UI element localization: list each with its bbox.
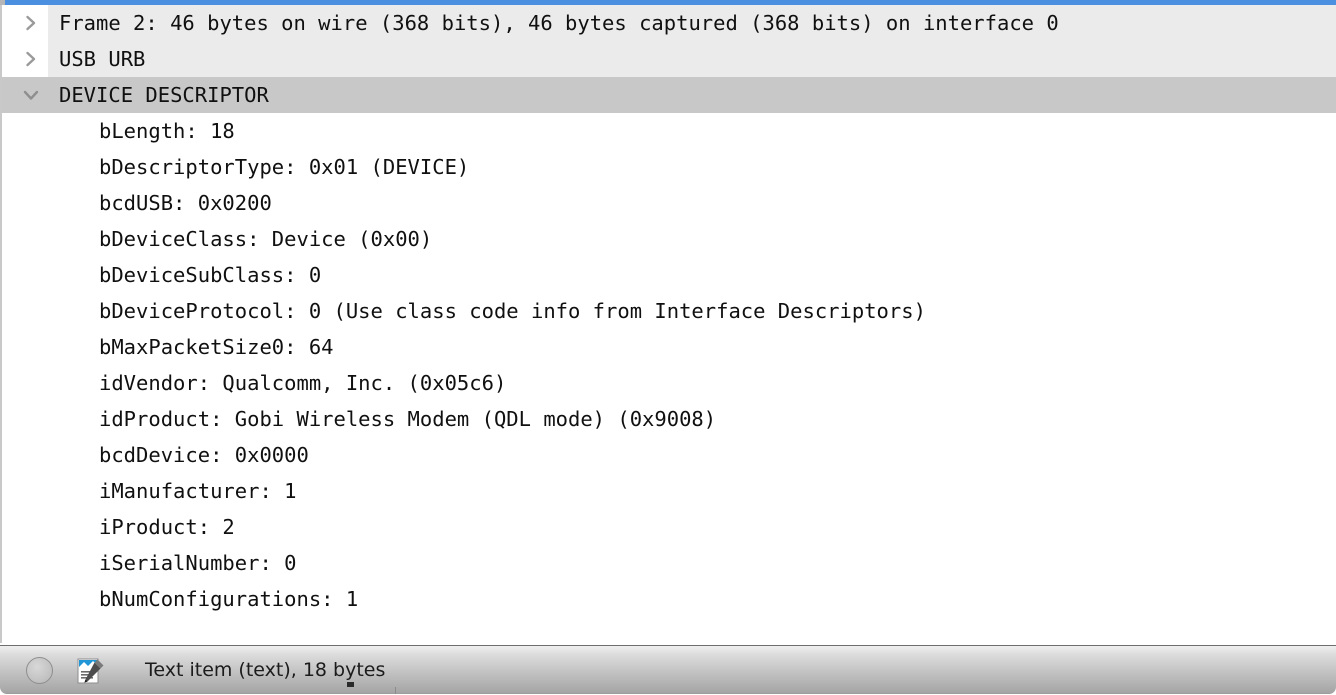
tree-row-imanufacturer[interactable]: iManufacturer: 1 xyxy=(2,473,1336,509)
tree-row-usb-urb[interactable]: USB URB xyxy=(2,41,1336,77)
tree-row-label: bcdDevice: 0x0000 xyxy=(99,443,309,467)
tree-row-label: iProduct: 2 xyxy=(99,515,235,539)
packet-detail-tree[interactable]: Frame 2: 46 bytes on wire (368 bits), 46… xyxy=(0,5,1336,643)
tree-row-blength[interactable]: bLength: 18 xyxy=(2,113,1336,149)
tree-row-bcdusb[interactable]: bcdUSB: 0x0200 xyxy=(2,185,1336,221)
tree-row-iserialnumber[interactable]: iSerialNumber: 0 xyxy=(2,545,1336,581)
tree-row-label: bMaxPacketSize0: 64 xyxy=(99,335,334,359)
tree-row-bdevicesubclass[interactable]: bDeviceSubClass: 0 xyxy=(2,257,1336,293)
chevron-right-icon[interactable] xyxy=(20,41,42,77)
tree-row-label: idVendor: Qualcomm, Inc. (0x05c6) xyxy=(99,371,507,395)
tree-row-label: iManufacturer: 1 xyxy=(99,479,297,503)
status-bar: Text item (text), 18 bytes xyxy=(0,645,1336,694)
tree-row-label: bDeviceProtocol: 0 (Use class code info … xyxy=(99,299,926,323)
status-bar-separator xyxy=(395,687,396,694)
expert-info-circle-icon[interactable] xyxy=(26,657,53,684)
chevron-right-icon[interactable] xyxy=(20,5,42,41)
tree-row-label: bDescriptorType: 0x01 (DEVICE) xyxy=(99,155,470,179)
tree-row-iproduct[interactable]: iProduct: 2 xyxy=(2,509,1336,545)
tree-row-bdescriptortype[interactable]: bDescriptorType: 0x01 (DEVICE) xyxy=(2,149,1336,185)
status-scroll-tick xyxy=(347,682,354,687)
tree-row-label: Frame 2: 46 bytes on wire (368 bits), 46… xyxy=(59,11,1059,35)
tree-row-idvendor[interactable]: idVendor: Qualcomm, Inc. (0x05c6) xyxy=(2,365,1336,401)
tree-row-label: bDeviceSubClass: 0 xyxy=(99,263,322,287)
chevron-down-icon[interactable] xyxy=(20,77,42,113)
tree-row-label: bcdUSB: 0x0200 xyxy=(99,191,272,215)
tree-row-label: iSerialNumber: 0 xyxy=(99,551,297,575)
tree-row-bdeviceclass[interactable]: bDeviceClass: Device (0x00) xyxy=(2,221,1336,257)
tree-row-bnumconfigurations[interactable]: bNumConfigurations: 1 xyxy=(2,581,1336,617)
capture-comment-icon[interactable] xyxy=(74,656,104,686)
tree-row-device-descriptor[interactable]: DEVICE DESCRIPTOR xyxy=(2,77,1336,113)
status-bar-message: Text item (text), 18 bytes xyxy=(145,659,386,681)
packet-details-window: Frame 2: 46 bytes on wire (368 bits), 46… xyxy=(0,0,1336,694)
tree-row-idproduct[interactable]: idProduct: Gobi Wireless Modem (QDL mode… xyxy=(2,401,1336,437)
tree-row-label: USB URB xyxy=(59,47,146,71)
tree-row-frame[interactable]: Frame 2: 46 bytes on wire (368 bits), 46… xyxy=(2,5,1336,41)
tree-row-label: bNumConfigurations: 1 xyxy=(99,587,359,611)
tree-row-label: idProduct: Gobi Wireless Modem (QDL mode… xyxy=(99,407,717,431)
tree-row-label: DEVICE DESCRIPTOR xyxy=(59,83,269,107)
tree-row-label: bLength: 18 xyxy=(99,119,235,143)
tree-row-bdeviceprotocol[interactable]: bDeviceProtocol: 0 (Use class code info … xyxy=(2,293,1336,329)
tree-row-bcddevice[interactable]: bcdDevice: 0x0000 xyxy=(2,437,1336,473)
tree-row-bmaxpacketsize0[interactable]: bMaxPacketSize0: 64 xyxy=(2,329,1336,365)
tree-row-label: bDeviceClass: Device (0x00) xyxy=(99,227,433,251)
